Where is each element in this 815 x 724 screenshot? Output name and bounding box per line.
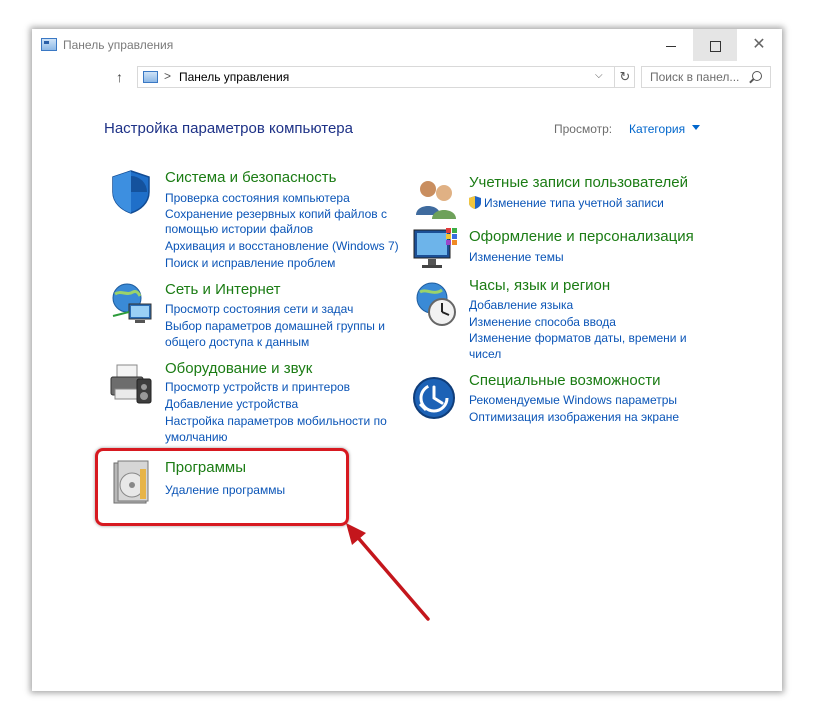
address-bar[interactable]: > Панель управления ⌵ ↻ [137,66,635,88]
link-backup-restore[interactable]: Архивация и восстановление (Windows 7) [165,239,399,253]
control-panel-window: Панель управления ✕ ↑ > Панель управлени… [32,29,782,691]
link-mobility-settings-cont[interactable]: умолчанию [165,430,228,444]
uac-shield-icon [469,196,481,209]
link-change-input-method[interactable]: Изменение способа ввода [469,315,616,329]
close-button[interactable]: ✕ [737,29,781,61]
link-troubleshoot[interactable]: Поиск и исправление проблем [165,256,335,270]
link-check-computer-status[interactable]: Проверка состояния компьютера [165,191,350,205]
link-change-theme[interactable]: Изменение темы [469,250,564,264]
link-homegroup-options-cont[interactable]: общего доступа к данным [165,335,309,349]
category-clock-language-region[interactable]: Часы, язык и регион [469,277,610,294]
minimize-icon [666,45,676,47]
window-title: Панель управления [63,38,174,52]
link-devices-printers[interactable]: Просмотр устройств и принтеров [165,380,350,394]
page-title: Настройка параметров компьютера [104,120,353,137]
search-input[interactable]: Поиск в панел... [641,66,771,88]
link-add-language[interactable]: Добавление языка [469,298,573,312]
link-change-account-type[interactable]: Изменение типа учетной записи [469,196,664,210]
printer-icon [110,364,152,404]
category-appearance[interactable]: Оформление и персонализация [469,228,694,245]
link-mobility-settings[interactable]: Настройка параметров мобильности по [165,414,387,428]
breadcrumb-separator[interactable]: > [164,69,171,83]
category-network-internet[interactable]: Сеть и Интернет [165,281,281,298]
users-icon [416,181,456,219]
minimize-button[interactable] [649,29,693,61]
chevron-down-icon[interactable] [692,125,700,130]
link-change-date-formats[interactable]: Изменение форматов даты, времени и [469,331,687,345]
ease-of-access-icon [413,377,455,419]
shield-icon [112,170,150,214]
breadcrumb-control-panel[interactable]: Панель управления [179,70,289,84]
title-bar: Панель управления ✕ [32,29,782,62]
maximize-icon [709,40,721,52]
view-by-dropdown[interactable]: Категория [629,122,685,136]
programs-highlight-box [95,448,349,526]
monitor-personalization-icon [413,228,457,268]
refresh-icon[interactable]: ↻ [614,67,635,87]
clock-globe-icon [416,282,456,326]
link-add-device[interactable]: Добавление устройства [165,397,298,411]
category-hardware-sound[interactable]: Оборудование и звук [165,360,312,377]
annotation-arrow [346,523,430,621]
link-file-history-backup[interactable]: Сохранение резервных копий файлов с [165,207,387,221]
category-user-accounts[interactable]: Учетные записи пользователей [469,174,688,191]
link-change-date-formats-cont[interactable]: чисел [469,347,501,361]
up-arrow-icon[interactable]: ↑ [116,69,123,85]
category-system-security[interactable]: Система и безопасность [165,169,336,186]
search-placeholder: Поиск в панел... [650,70,740,84]
view-by-label: Просмотр: [554,122,613,136]
control-panel-icon [143,71,158,83]
control-panel-icon [41,38,57,51]
link-optimize-display[interactable]: Оптимизация изображения на экране [469,410,679,424]
network-globe-icon [112,283,152,323]
search-icon[interactable] [752,71,762,81]
link-network-status[interactable]: Просмотр состояния сети и задач [165,302,353,316]
category-ease-of-access[interactable]: Специальные возможности [469,372,661,389]
chevron-down-icon[interactable]: ⌵ [595,70,603,81]
maximize-button[interactable] [693,29,737,61]
navigation-bar: ↑ > Панель управления ⌵ ↻ Поиск в панел.… [32,62,782,92]
link-change-account-type-label: Изменение типа учетной записи [484,196,664,210]
link-recommended-settings[interactable]: Рекомендуемые Windows параметры [469,393,677,407]
link-homegroup-options[interactable]: Выбор параметров домашней группы и [165,319,385,333]
link-file-history-backup-cont[interactable]: помощью истории файлов [165,222,313,236]
